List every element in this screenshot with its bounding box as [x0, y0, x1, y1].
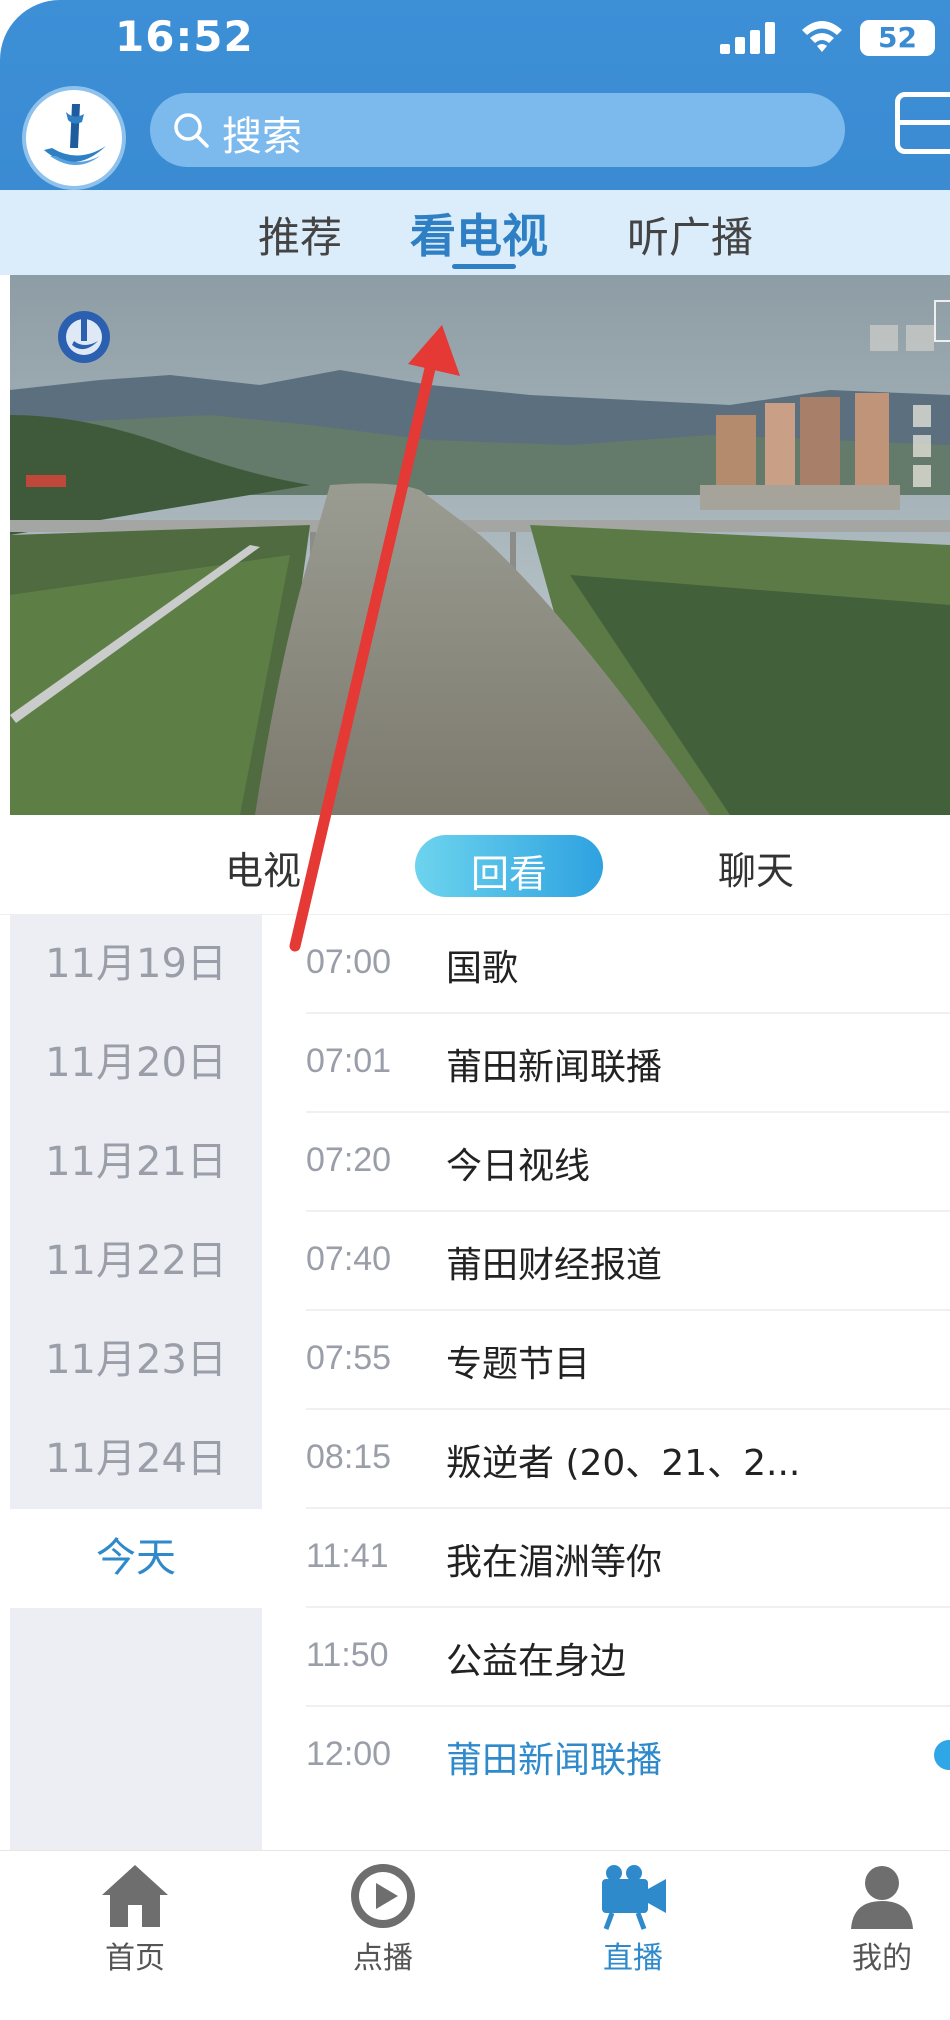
date-item[interactable]: 11月24日	[10, 1410, 262, 1509]
program-time: 11:41	[306, 1537, 389, 1575]
program-row[interactable]: 07:00 国歌	[262, 915, 950, 1014]
app-header: 16:52 52 搜索	[0, 0, 950, 190]
camera-icon	[602, 1865, 666, 1930]
nav-home-label: 首页	[105, 1941, 165, 1976]
nav-vod[interactable]: 点播	[303, 1851, 463, 2020]
video-player[interactable]	[10, 275, 950, 815]
program-title: 国歌	[446, 948, 519, 989]
live-play-icon	[934, 1740, 950, 1770]
nav-vod-label: 点播	[353, 1941, 413, 1976]
player-tabs: 电视 回看 聊天	[0, 815, 950, 915]
wifi-icon	[802, 21, 842, 52]
program-row[interactable]: 11:41 我在湄洲等你	[262, 1509, 950, 1608]
nav-live[interactable]: 直播	[553, 1851, 713, 2020]
play-icon	[351, 1864, 415, 1928]
nav-mine-label: 我的	[852, 1941, 912, 1976]
video-frame	[10, 275, 950, 815]
program-row-current[interactable]: 12:00 莆田新闻联播	[262, 1707, 950, 1806]
program-time: 08:15	[306, 1438, 392, 1476]
channel-tabs: 推荐 看电视 听广播	[0, 190, 950, 275]
date-item[interactable]: 11月20日	[10, 1014, 262, 1113]
program-row[interactable]: 07:01 莆田新闻联播	[262, 1014, 950, 1113]
tab-replay[interactable]: 回看	[415, 835, 603, 897]
program-row[interactable]: 07:20 今日视线	[262, 1113, 950, 1212]
date-item-today[interactable]: 今天	[10, 1509, 262, 1608]
program-title: 莆田新闻联播	[446, 1047, 663, 1088]
program-time: 07:01	[306, 1042, 392, 1080]
tab-watch-tv[interactable]: 看电视	[410, 200, 548, 266]
program-title: 莆田财经报道	[446, 1245, 663, 1286]
program-title: 专题节目	[446, 1344, 591, 1385]
search-placeholder: 搜索	[222, 114, 302, 160]
tab-chat[interactable]: 聊天	[718, 840, 794, 895]
app-logo[interactable]	[22, 86, 126, 190]
tab-tv[interactable]: 电视	[225, 840, 301, 895]
search-bar[interactable]: 搜索	[150, 93, 845, 167]
search-icon	[174, 113, 209, 148]
date-list: 11月19日 11月20日 11月21日 11月22日 11月23日 11月24…	[10, 915, 262, 1850]
status-time: 16:52	[115, 12, 254, 61]
status-icons: 52	[720, 16, 950, 56]
bottom-nav: 首页 点播 直播 我的	[0, 1850, 950, 2020]
program-time: 07:00	[306, 943, 392, 981]
menu-button[interactable]	[895, 92, 950, 154]
app-screen: 16:52 52 搜索 推荐 看电视 听广播 电视 回看 聊天 11月19日 1…	[0, 0, 950, 2020]
program-time: 07:40	[306, 1240, 392, 1278]
user-icon	[851, 1866, 913, 1929]
date-item[interactable]: 11月21日	[10, 1113, 262, 1212]
program-title: 莆田新闻联播	[446, 1740, 663, 1781]
nav-home[interactable]: 首页	[55, 1851, 215, 2020]
tab-recommend[interactable]: 推荐	[258, 204, 342, 265]
date-item[interactable]: 11月19日	[10, 915, 262, 1014]
program-row[interactable]: 08:15 叛逆者 (20、21、2...	[262, 1410, 950, 1509]
program-row[interactable]: 07:55 专题节目	[262, 1311, 950, 1410]
battery-indicator: 52	[860, 20, 935, 56]
program-title: 今日视线	[446, 1146, 591, 1187]
nav-mine[interactable]: 我的	[802, 1851, 950, 2020]
date-item[interactable]: 11月23日	[10, 1311, 262, 1410]
program-row[interactable]: 11:50 公益在身边	[262, 1608, 950, 1707]
program-row[interactable]: 07:40 莆田财经报道	[262, 1212, 950, 1311]
logo-icon	[28, 92, 120, 184]
program-title: 叛逆者 (20、21、2...	[446, 1443, 801, 1484]
signal-icon	[720, 22, 775, 54]
nav-live-label: 直播	[603, 1941, 663, 1976]
active-tab-indicator	[452, 264, 516, 269]
tab-replay-label: 回看	[470, 852, 547, 896]
program-title: 我在湄洲等你	[446, 1542, 663, 1583]
program-list: 07:00 国歌 07:01 莆田新闻联播 07:20 今日视线 07:40 莆…	[262, 915, 950, 1850]
program-title: 公益在身边	[446, 1641, 627, 1682]
home-icon	[102, 1865, 168, 1927]
program-time: 07:20	[306, 1141, 392, 1179]
date-item[interactable]: 11月22日	[10, 1212, 262, 1311]
program-time: 07:55	[306, 1339, 392, 1377]
program-time: 12:00	[306, 1735, 392, 1773]
tab-radio[interactable]: 听广播	[627, 204, 753, 265]
program-time: 11:50	[306, 1636, 389, 1674]
